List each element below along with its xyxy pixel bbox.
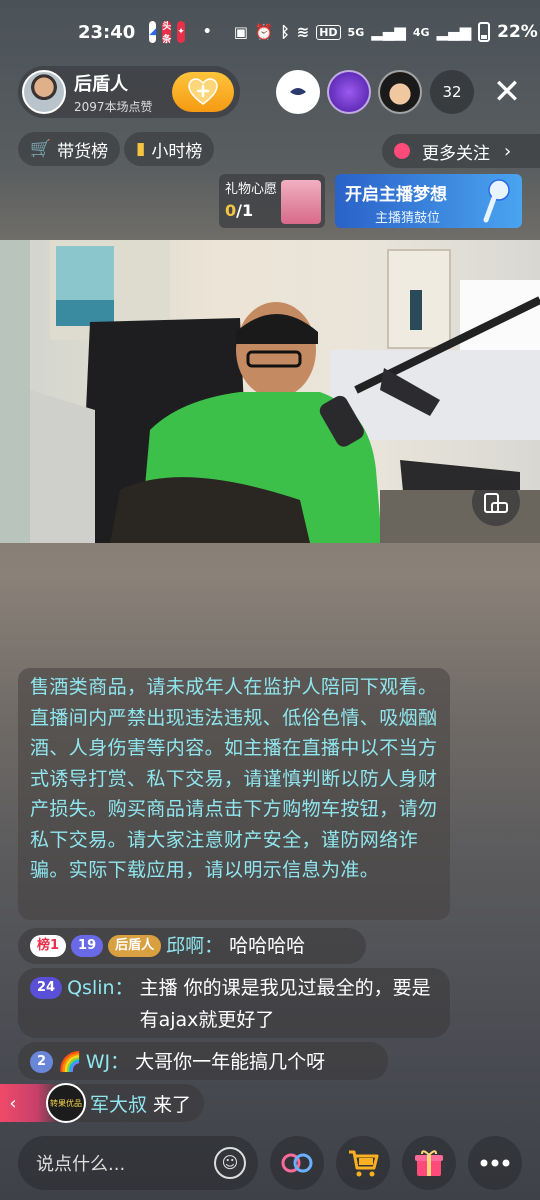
close-icon[interactable]: ✕ (490, 75, 524, 110)
comment-placeholder: 说点什么... (36, 1154, 126, 1175)
chat-username[interactable]: 邱啊： (166, 930, 223, 962)
rotate-screen-button[interactable] (472, 478, 520, 526)
more-icon (480, 1159, 510, 1167)
bar-chart-icon: ▮ (136, 139, 146, 159)
chat-message[interactable]: 2 🌈 WJ： 大哥你一年能搞几个呀 (18, 1042, 388, 1080)
hd-label: HD (316, 24, 341, 40)
video-frame (0, 240, 540, 543)
signal-bars-icon: ▂▄▆ (371, 23, 406, 41)
chat-username[interactable]: WJ： (86, 1046, 129, 1078)
status-time: 23:40 (78, 21, 136, 43)
live-video[interactable] (0, 240, 540, 543)
gift-wish-image (281, 180, 321, 224)
gift-wish-card[interactable]: 礼物心愿 0/1 (219, 174, 325, 228)
douyin-mall-icon: ✦ (177, 21, 185, 43)
host-name: 后盾人 (74, 73, 128, 95)
level-badge: 2 (30, 1051, 54, 1073)
wifi-icon: ≋ (296, 23, 310, 41)
live-notice: 售酒类商品，请未成年人在监护人陪同下观看。直播间内严禁出现违法违规、低俗色情、吸… (18, 668, 450, 920)
battery-level: 22% (497, 22, 538, 42)
link-button[interactable] (270, 1136, 324, 1190)
more-button[interactable] (468, 1136, 522, 1190)
level-badge: 24 (30, 977, 63, 999)
comment-input[interactable]: 说点什么... ☺ (18, 1136, 258, 1190)
dream-banner[interactable]: 开启主播梦想 主播猜鼓位 (335, 174, 522, 228)
rainbow-icon: 🌈 (58, 1051, 82, 1073)
bluetooth-icon: ᛒ (280, 23, 290, 41)
entry-notification[interactable]: ‹ 转果优品 军大叔 来了 (0, 1083, 204, 1123)
bottom-bar: 说点什么... ☺ (0, 1132, 540, 1192)
chat-message[interactable]: 24 Qslin： 主播 你的课是我见过最全的，要是有ajax就更好了 (18, 968, 450, 1038)
host-info[interactable]: 后盾人 2097本场点赞 (18, 66, 240, 118)
more-follow-button[interactable]: 更多关注 › (382, 134, 540, 168)
rank-badge: 榜1 (30, 935, 67, 957)
gift-button[interactable] (402, 1136, 456, 1190)
host-likes: 2097本场点赞 (74, 99, 153, 114)
goods-rank-label: 带货榜 (57, 141, 109, 162)
entry-avatar: 转果优品 (46, 1083, 86, 1123)
gift-wish-current: 0 (225, 201, 237, 220)
nfc-icon: ▣ (233, 23, 248, 41)
goods-rank-button[interactable]: 🛒 带货榜 (18, 132, 121, 166)
rotate-screen-icon (484, 493, 508, 513)
chat-message[interactable]: 榜1 19 后盾人 邱啊： 哈哈哈哈 (18, 928, 366, 964)
toutiao-icon: 头条 (162, 21, 172, 45)
battery-icon (478, 22, 491, 42)
heart-plus-icon (188, 78, 218, 106)
more-follow-label: 更多关注 (422, 143, 490, 164)
notice-text: 售酒类商品，请未成年人在监护人陪同下观看。直播间内严禁出现违法违规、低俗色情、吸… (30, 676, 438, 881)
viewer-count[interactable]: 32 (430, 70, 474, 114)
gift-wish-total: /1 (236, 201, 254, 220)
cart-icon (349, 1150, 379, 1177)
link-icon (281, 1153, 313, 1173)
follow-button[interactable] (172, 72, 234, 112)
chat-text: 哈哈哈哈 (229, 935, 306, 957)
signal-bars-icon: ▂▄▆ (436, 23, 472, 41)
chat-text: 大哥你一年能搞几个呀 (135, 1051, 326, 1073)
hour-rank-button[interactable]: ▮ 小时榜 (124, 132, 215, 166)
status-bar: 23:40 ◢ 头条 ✦ • ▣ ⏰ ᛒ ≋ HD 5G ▂▄▆ 4G ▂▄▆ … (0, 0, 540, 64)
microphone-icon (483, 179, 510, 223)
host-avatar[interactable] (22, 70, 66, 114)
level-badge: 19 (71, 935, 104, 957)
fan-badge: 后盾人 (108, 935, 162, 957)
chevron-left-icon[interactable]: ‹ (0, 1093, 26, 1114)
hour-rank-label: 小时榜 (151, 141, 203, 162)
viewer-avatar[interactable] (276, 70, 320, 114)
alarm-icon: ⏰ (254, 23, 274, 41)
chat-text: 主播 你的课是我见过最全的，要是有ajax就更好了 (139, 977, 431, 1031)
signal-5g: 5G (347, 25, 365, 39)
signal-4g: 4G (412, 25, 430, 39)
status-dot: • (202, 24, 212, 40)
chat-username[interactable]: Qslin： (67, 972, 133, 1004)
entry-action: 来了 (153, 1093, 192, 1116)
cart-icon: 🛒 (30, 139, 52, 159)
meitu-icon: ◢ (149, 21, 157, 43)
smile-icon[interactable]: ☺ (214, 1147, 246, 1179)
live-dot-icon (394, 143, 410, 159)
status-right: ▣ ⏰ ᛒ ≋ HD 5G ▂▄▆ 4G ▂▄▆ 22% (234, 22, 538, 42)
viewer-avatar[interactable] (327, 70, 371, 114)
entry-username[interactable]: 军大叔 (90, 1090, 147, 1117)
cart-button[interactable] (336, 1136, 390, 1190)
host-text: 后盾人 2097本场点赞 (74, 70, 153, 115)
chevron-right-icon: › (504, 140, 512, 162)
viewer-avatar[interactable] (378, 70, 422, 114)
gift-icon (415, 1150, 443, 1176)
